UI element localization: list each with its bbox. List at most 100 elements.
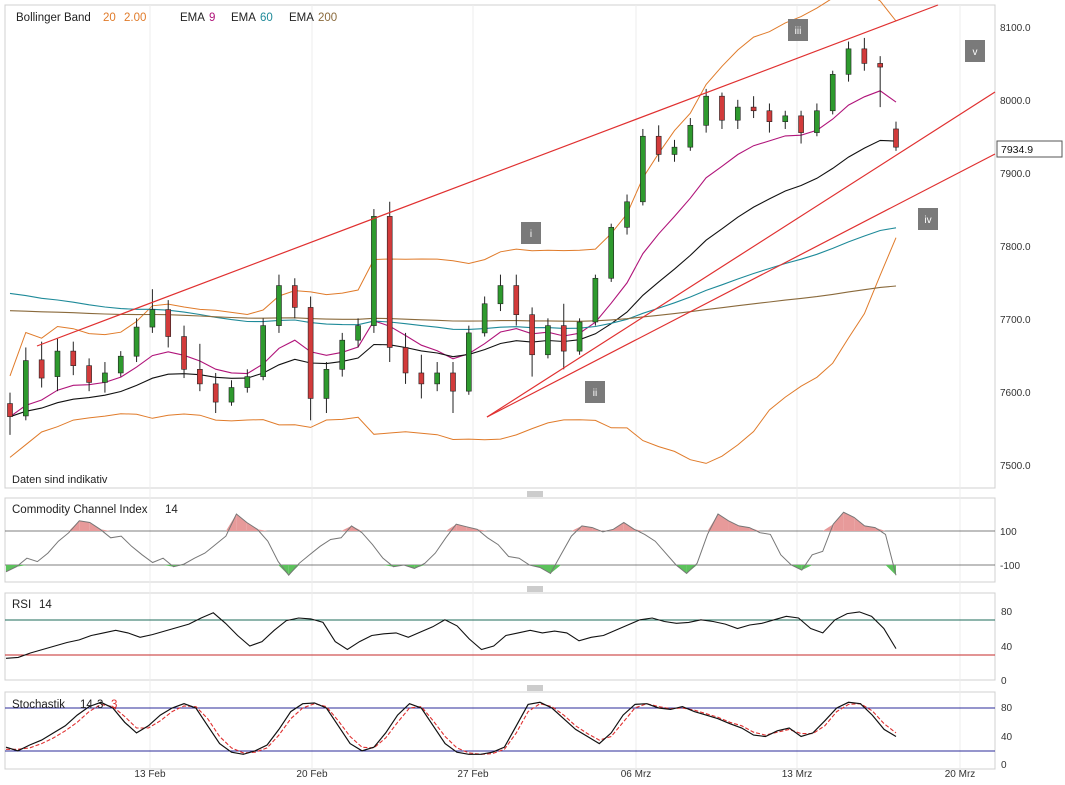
price-panel[interactable] xyxy=(4,4,996,489)
panel-splitter-3[interactable] xyxy=(527,685,543,691)
candle-up[interactable] xyxy=(592,277,599,323)
wave-label-ii[interactable]: ii xyxy=(585,381,605,403)
candle-up[interactable] xyxy=(323,369,330,399)
candle-up[interactable] xyxy=(545,325,551,356)
cci-title: Commodity Channel Index xyxy=(12,504,148,516)
wave-label-v[interactable]: v xyxy=(965,40,985,62)
stoch-title: Stochastik xyxy=(12,699,65,711)
candle-down[interactable] xyxy=(402,347,409,374)
svg-text:iii: iii xyxy=(795,26,802,37)
wave-label-iii[interactable]: iii xyxy=(788,19,808,41)
candle-down[interactable] xyxy=(655,135,662,155)
candle-down[interactable] xyxy=(529,314,535,356)
candle-down[interactable] xyxy=(70,350,77,366)
candle-up[interactable] xyxy=(102,372,108,383)
x-tick-13-mrz: 13 Mrz xyxy=(782,769,813,780)
chart-area[interactable]: 8100.0 8000.0 7900.0 7800.0 7700.0 7600.… xyxy=(0,0,1065,785)
y-tick-7800: 7800.0 xyxy=(1000,242,1031,253)
candle-down[interactable] xyxy=(560,325,567,352)
candle-down[interactable] xyxy=(719,95,725,121)
legend-bb-mult: 2.00 xyxy=(124,12,146,24)
candle-down[interactable] xyxy=(291,285,298,308)
y-tick-7600: 7600.0 xyxy=(1000,388,1031,399)
candle-up[interactable] xyxy=(814,110,820,133)
candle-up[interactable] xyxy=(149,309,156,328)
candle-up[interactable] xyxy=(434,372,440,385)
candle-down[interactable] xyxy=(877,63,883,68)
legend-bb-label: Bollinger Band xyxy=(16,12,91,24)
legend-ema200-label: EMA xyxy=(289,12,314,24)
rsi-tick-80: 80 xyxy=(1001,607,1013,618)
candle-up[interactable] xyxy=(244,376,251,388)
candle-up[interactable] xyxy=(703,95,709,126)
wave-label-iv[interactable]: iv xyxy=(918,208,938,230)
candle-up[interactable] xyxy=(371,216,377,326)
candle-down[interactable] xyxy=(86,365,92,383)
candle-down[interactable] xyxy=(38,359,45,379)
candle-up[interactable] xyxy=(466,332,472,392)
stoch-param-k: 14 xyxy=(80,699,93,711)
cci-tick-minus100: -100 xyxy=(1000,561,1020,572)
candle-down[interactable] xyxy=(798,115,804,133)
panel-splitter-2[interactable] xyxy=(527,586,543,592)
candle-down[interactable] xyxy=(418,372,425,385)
candle-down[interactable] xyxy=(197,369,203,385)
candle-up[interactable] xyxy=(845,48,852,75)
x-tick-06-mrz: 06 Mrz xyxy=(621,769,652,780)
candle-down[interactable] xyxy=(450,372,456,392)
candle-up[interactable] xyxy=(734,106,741,121)
rsi-panel[interactable] xyxy=(4,592,996,681)
y-tick-8000: 8000.0 xyxy=(1000,96,1031,107)
candle-up[interactable] xyxy=(228,387,235,403)
candle-down[interactable] xyxy=(212,383,219,403)
candle-down[interactable] xyxy=(766,110,773,122)
candle-up[interactable] xyxy=(687,125,694,148)
x-tick-20-mrz: 20 Mrz xyxy=(945,769,976,780)
candle-down[interactable] xyxy=(750,106,757,112)
stoch-param-smooth: 3 xyxy=(97,699,103,711)
panel-splitter-1[interactable] xyxy=(527,491,543,497)
legend-ema9-period: 9 xyxy=(209,12,215,24)
candle-down[interactable] xyxy=(181,336,187,370)
candle-up[interactable] xyxy=(481,303,488,334)
cci-panel[interactable] xyxy=(4,497,996,583)
indicative-note: Daten sind indikativ xyxy=(12,474,108,486)
candle-down[interactable] xyxy=(7,403,13,417)
candle-up[interactable] xyxy=(54,350,61,377)
y-tick-7900: 7900.0 xyxy=(1000,169,1031,180)
candle-up[interactable] xyxy=(260,325,266,377)
stoch-param-d: 3 xyxy=(111,699,117,711)
wave-label-i[interactable]: i xyxy=(521,222,541,244)
legend-ema9-label: EMA xyxy=(180,12,205,24)
candle-up[interactable] xyxy=(829,74,836,112)
y-tick-7500: 7500.0 xyxy=(1000,461,1031,472)
rsi-tick-0: 0 xyxy=(1001,676,1007,687)
candle-up[interactable] xyxy=(624,201,630,228)
candle-down[interactable] xyxy=(513,285,520,315)
candle-down[interactable] xyxy=(307,307,314,399)
candle-up[interactable] xyxy=(497,285,504,305)
legend-ema60-label: EMA xyxy=(231,12,256,24)
candle-up[interactable] xyxy=(339,339,346,370)
candle-up[interactable] xyxy=(117,355,124,374)
candle-up[interactable] xyxy=(782,115,789,122)
rsi-tick-40: 40 xyxy=(1001,642,1013,653)
candle-down[interactable] xyxy=(861,48,868,64)
rsi-title: RSI xyxy=(12,599,31,611)
candle-down[interactable] xyxy=(386,216,393,348)
candle-up[interactable] xyxy=(276,285,282,326)
svg-text:i: i xyxy=(530,229,532,240)
candle-up[interactable] xyxy=(23,360,29,417)
candle-up[interactable] xyxy=(133,326,140,357)
candle-up[interactable] xyxy=(640,135,646,203)
cci-tick-100: 100 xyxy=(1000,527,1017,538)
rsi-period: 14 xyxy=(39,599,52,611)
y-tick-7700: 7700.0 xyxy=(1000,315,1031,326)
x-tick-27-feb: 27 Feb xyxy=(457,769,489,780)
candle-down[interactable] xyxy=(165,309,172,337)
candle-up[interactable] xyxy=(355,325,361,341)
candle-up[interactable] xyxy=(671,146,678,155)
candle-down[interactable] xyxy=(893,128,899,148)
candle-up[interactable] xyxy=(608,226,615,279)
candle-up[interactable] xyxy=(576,321,583,352)
